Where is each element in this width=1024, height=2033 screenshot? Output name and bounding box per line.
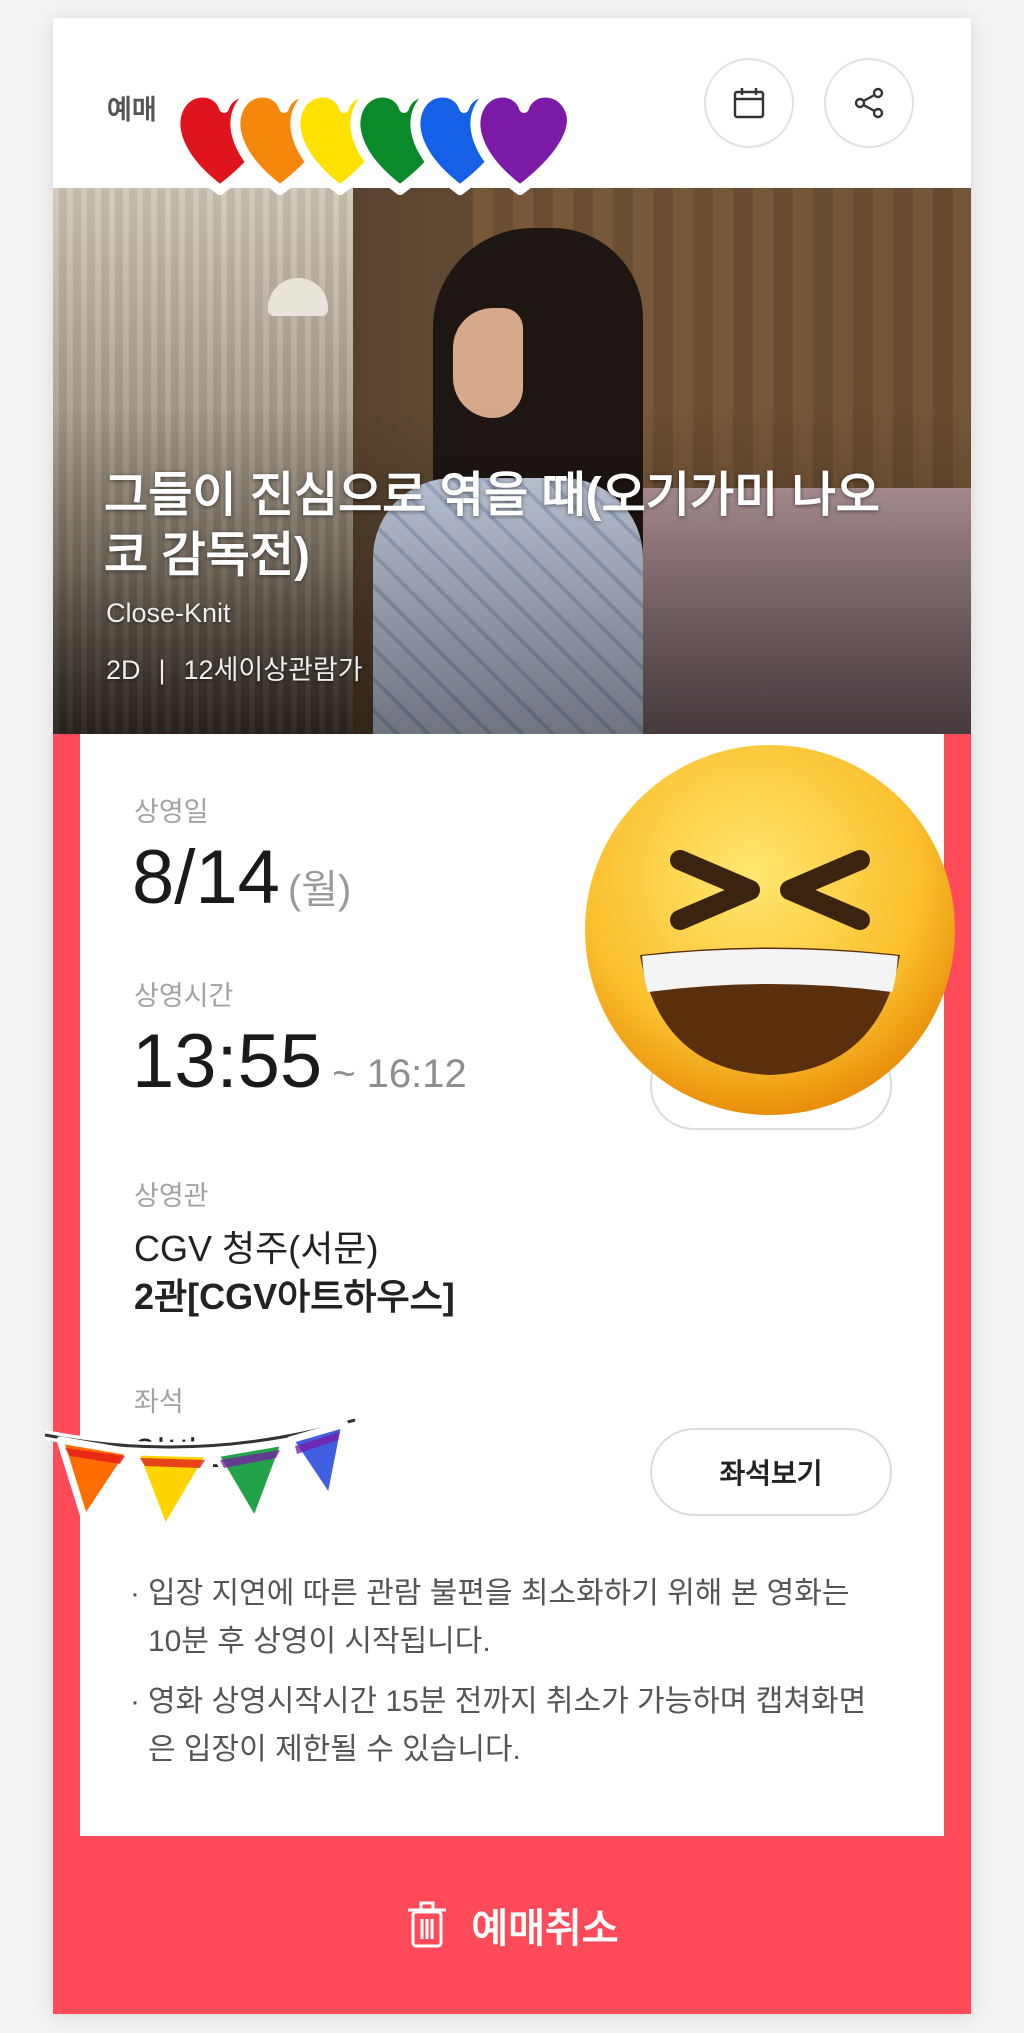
movie-still: 그들이 진심으로 엮을 때(오기가미 나오코 감독전) Close-Knit 2… — [53, 188, 971, 734]
calendar-icon — [733, 88, 765, 119]
view-seat-button[interactable]: 좌석보기 — [650, 1428, 892, 1516]
rainbow-bunting-sticker — [44, 1415, 357, 1534]
cancel-booking-label: 예매취소 — [471, 1907, 619, 1951]
laughing-emoji-sticker — [585, 745, 955, 1115]
start-time: 13:55 — [132, 1019, 323, 1104]
meta-separator: | — [158, 655, 166, 685]
header-label: 예매 — [107, 95, 157, 125]
movie-meta: 2D | 12세이상관람가 — [106, 648, 363, 687]
weekday-value: (월) — [287, 868, 352, 912]
rainbow-hearts-sticker — [170, 87, 577, 195]
cancel-booking-button[interactable]: 예매취소 — [53, 1836, 971, 2014]
notice-list: 입장 지연에 따른 관람 불편을 최소화하기 위해 본 영화는 10분 후 상영… — [130, 1570, 890, 1786]
movie-rating: 12세이상관람가 — [183, 655, 363, 685]
trash-icon — [408, 1901, 447, 1948]
movie-title: 그들이 진심으로 엮을 때(오기가미 나오코 감독전) — [104, 469, 880, 582]
theater-label: 상영관 — [134, 1181, 209, 1211]
theater-hall: 2관[CGV아트하우스] — [134, 1276, 455, 1317]
show-date: 8/14 (월) — [132, 834, 351, 921]
notice-item: 영화 상영시작시간 15분 전까지 취소가 가능하며 캡쳐화면은 입장이 제한될… — [130, 1678, 890, 1774]
time-label: 상영시간 — [134, 981, 234, 1011]
date-value: 8/14 — [132, 835, 280, 920]
share-icon — [854, 87, 884, 119]
movie-subtitle: Close-Knit — [106, 598, 231, 628]
end-time: ~ 16:12 — [332, 1052, 467, 1096]
show-time: 13:55 ~ 16:12 — [132, 1018, 467, 1105]
movie-format: 2D — [106, 655, 141, 685]
share-button[interactable] — [824, 58, 914, 148]
calendar-button[interactable] — [704, 58, 794, 148]
date-label: 상영일 — [134, 797, 209, 827]
theater-name: CGV 청주(서문) — [134, 1228, 379, 1269]
notice-item: 입장 지연에 따른 관람 불편을 최소화하기 위해 본 영화는 10분 후 상영… — [130, 1570, 890, 1666]
